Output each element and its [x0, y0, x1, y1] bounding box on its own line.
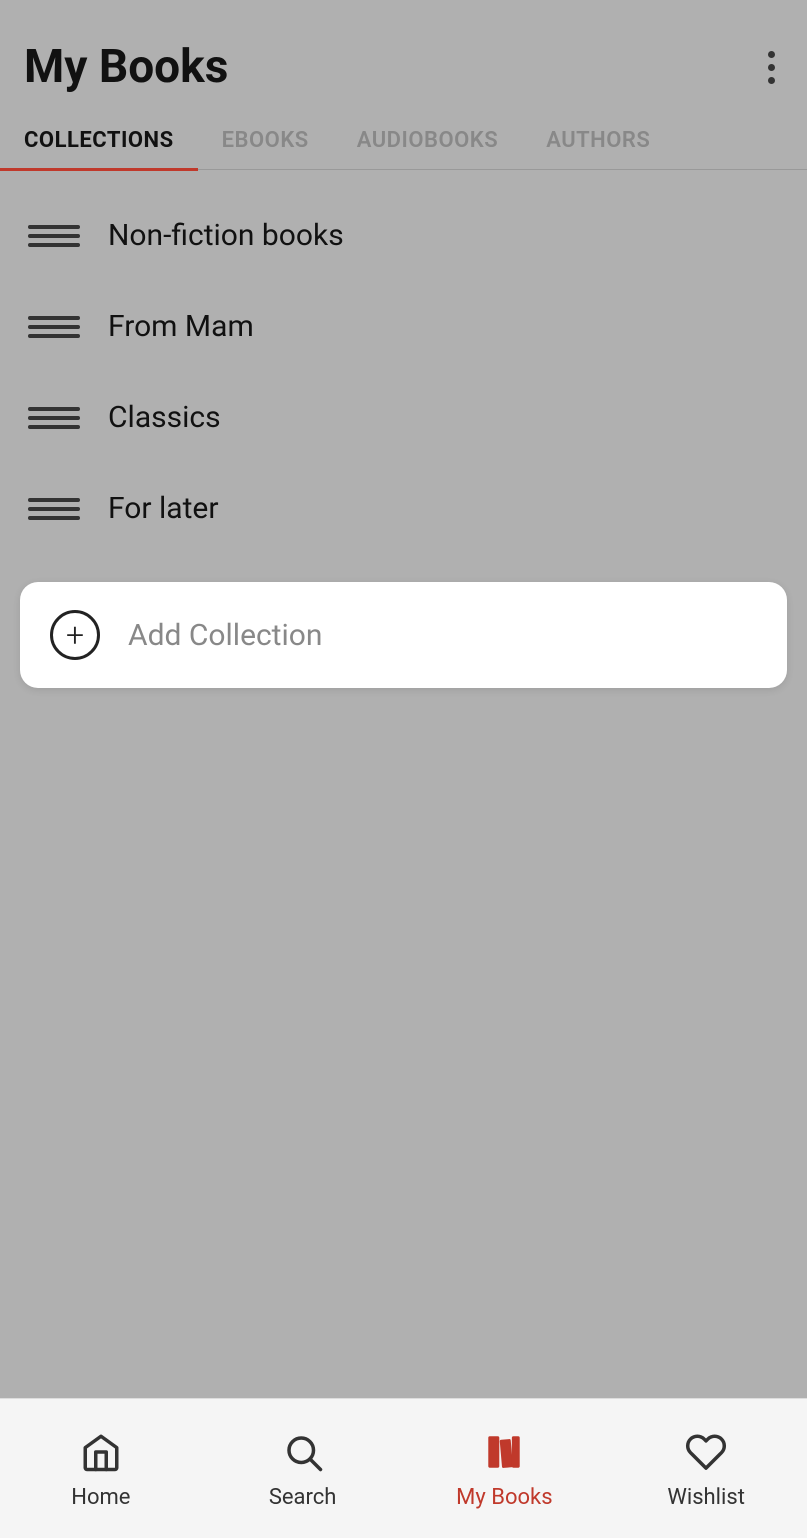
collections-list: Non-fiction books From Mam Classics For …: [0, 170, 807, 574]
nav-home-label: Home: [71, 1485, 130, 1510]
add-collection-label: Add Collection: [128, 618, 322, 653]
collection-item-classics[interactable]: Classics: [0, 372, 807, 463]
wishlist-icon: [681, 1427, 731, 1477]
nav-search-label: Search: [269, 1485, 337, 1510]
collection-drag-icon: [28, 407, 80, 429]
collection-name: For later: [108, 491, 219, 526]
search-icon: [278, 1427, 328, 1477]
nav-search[interactable]: Search: [202, 1427, 404, 1510]
collection-item-non-fiction[interactable]: Non-fiction books: [0, 190, 807, 281]
collection-drag-icon: [28, 316, 80, 338]
page-title: My Books: [24, 40, 228, 94]
nav-mybooks[interactable]: My Books: [404, 1427, 606, 1510]
tab-bar: COLLECTIONS EBOOKS AUDIOBOOKS AUTHORS: [0, 110, 807, 170]
home-icon: [76, 1427, 126, 1477]
collection-name: Classics: [108, 400, 221, 435]
more-options-button[interactable]: [760, 43, 783, 92]
nav-home[interactable]: Home: [0, 1427, 202, 1510]
collection-item-for-later[interactable]: For later: [0, 463, 807, 554]
nav-wishlist-label: Wishlist: [667, 1485, 745, 1510]
tab-ebooks[interactable]: EBOOKS: [198, 110, 333, 169]
collection-name: From Mam: [108, 309, 254, 344]
mybooks-icon: [479, 1427, 529, 1477]
bottom-nav: Home Search My Books Wishlist: [0, 1398, 807, 1538]
nav-wishlist[interactable]: Wishlist: [605, 1427, 807, 1510]
tab-collections[interactable]: COLLECTIONS: [0, 110, 198, 169]
collection-drag-icon: [28, 498, 80, 520]
collection-name: Non-fiction books: [108, 218, 344, 253]
tab-audiobooks[interactable]: AUDIOBOOKS: [333, 110, 522, 169]
add-circle-icon: [50, 610, 100, 660]
collection-drag-icon: [28, 225, 80, 247]
tab-authors[interactable]: AUTHORS: [522, 110, 674, 169]
header: My Books: [0, 0, 807, 94]
add-collection-button[interactable]: Add Collection: [20, 582, 787, 688]
collection-item-from-mam[interactable]: From Mam: [0, 281, 807, 372]
nav-mybooks-label: My Books: [456, 1485, 552, 1510]
